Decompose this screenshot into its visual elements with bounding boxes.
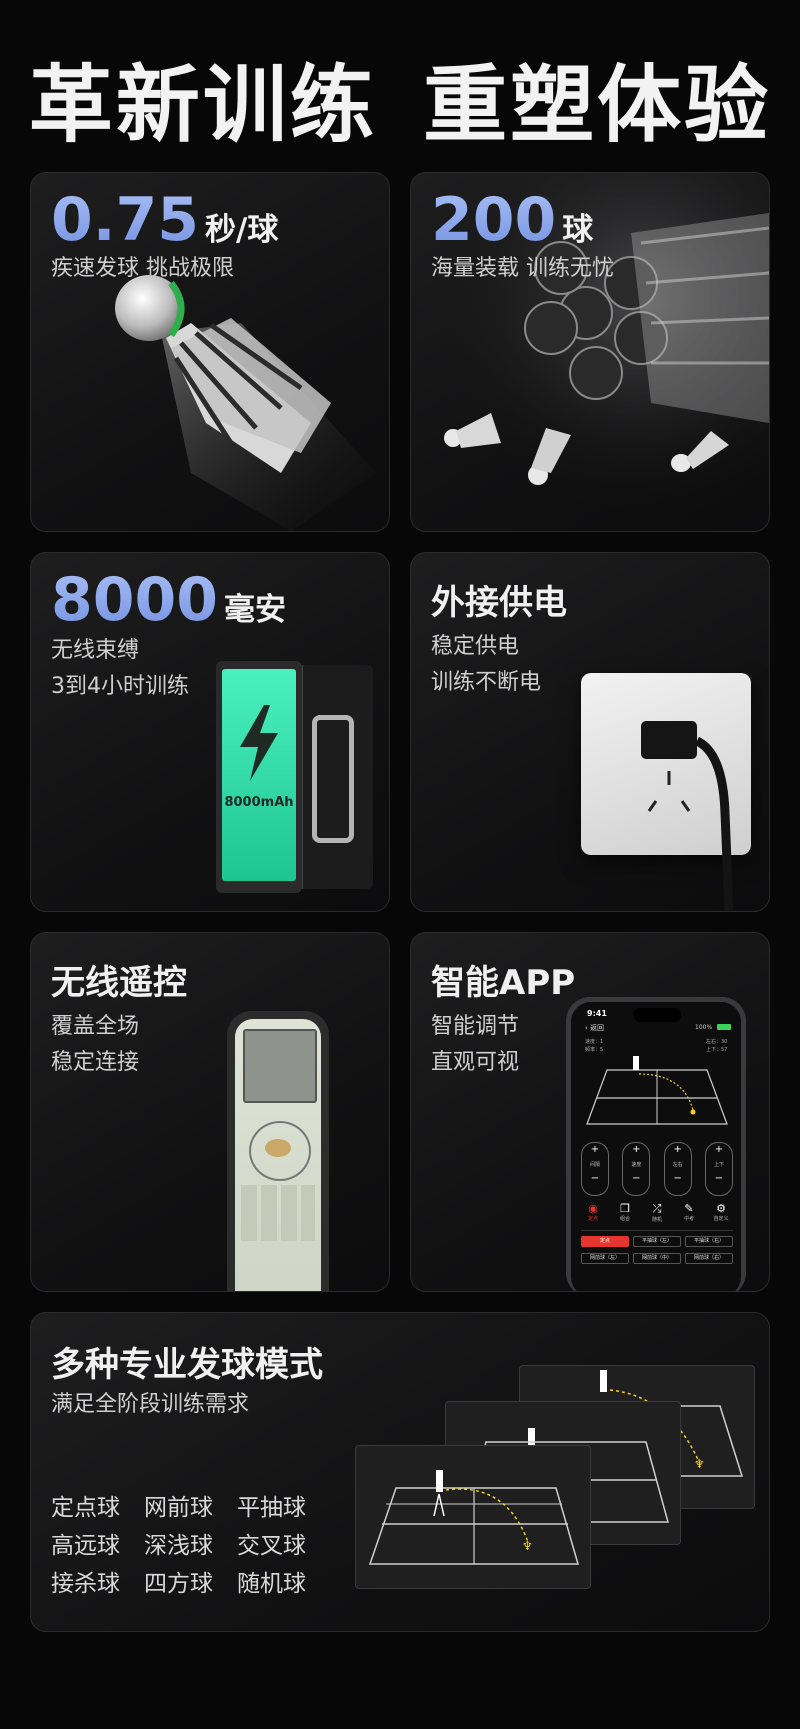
- modes-card: 多种专业发球模式 满足全阶段训练需求 定点球 网前球 平抽球 高远球 深浅球 交…: [30, 1312, 770, 1632]
- tool-random[interactable]: ⤮ 随机: [643, 1202, 671, 1223]
- power-card: 外接供电 稳定供电 训练不断电: [410, 552, 770, 912]
- mode-item: 深浅球: [144, 1533, 213, 1559]
- remote-card: 无线遥控 覆盖全场 稳定连接: [30, 932, 390, 1292]
- capacity-subtitle: 海量装载 训练无忧: [431, 256, 614, 281]
- remote-control-image: [227, 1011, 329, 1291]
- battery-number: 8000: [51, 565, 218, 635]
- chip-net-left[interactable]: 网前球（左）: [581, 1253, 629, 1264]
- capacity-card: 200 球 海量装载 训练无忧: [410, 172, 770, 532]
- remote-subtitle-1: 覆盖全场: [51, 1014, 140, 1039]
- mode-item: 定点球: [51, 1495, 120, 1521]
- mode-item: 随机球: [237, 1571, 306, 1597]
- modes-heading: 多种专业发球模式: [51, 1345, 323, 1385]
- phone-battery: 100%: [695, 1024, 713, 1031]
- app-heading: 智能APP: [431, 963, 576, 1003]
- knob-speed[interactable]: + 速度 −: [622, 1142, 651, 1196]
- knob-up-down[interactable]: + 上下 −: [704, 1142, 733, 1196]
- battery-card: 8000 毫安 无线束缚 3到4小时训练 8000mAh: [30, 552, 390, 912]
- stat-right-1: 左右：30: [706, 1039, 728, 1045]
- remote-subtitle-2: 稳定连接: [51, 1050, 140, 1075]
- chip-drive-left[interactable]: 平抽球（左）: [633, 1236, 681, 1247]
- chip-drive-right[interactable]: 平抽球（右）: [685, 1236, 733, 1247]
- app-card: 智能APP 智能调节 直观可视 9:41 100% ‹ 返回 速度：1 频率：5…: [410, 932, 770, 1292]
- court-card-front: ♆: [355, 1445, 591, 1589]
- chip-net-right[interactable]: 网前球（右）: [685, 1253, 733, 1264]
- remote-heading: 无线遥控: [51, 963, 187, 1003]
- phone-mockup: 9:41 100% ‹ 返回 速度：1 频率：5 左右：30 上下：57 + 间隔…: [566, 997, 746, 1291]
- tool-fixed[interactable]: ◉ 定点: [579, 1202, 607, 1223]
- chip-grid: 定点 平抽球（左） 平抽球（右） 网前球（左） 网前球（中） 网前球（右）: [581, 1236, 735, 1264]
- mode-item: 接杀球: [51, 1571, 120, 1597]
- mode-item: 平抽球: [237, 1495, 306, 1521]
- shuttlecock-image: [115, 275, 376, 531]
- capacity-unit: 球: [562, 212, 594, 248]
- app-subtitle-2: 直观可视: [431, 1050, 520, 1075]
- knob-left-right[interactable]: + 左右 −: [663, 1142, 692, 1196]
- chip-net-center[interactable]: 网前球（中）: [633, 1253, 681, 1264]
- battery-pack-label: 8000mAh: [224, 795, 294, 810]
- knob-row: + 间隔 − + 速度 − + 左右 − + 上下 −: [581, 1142, 733, 1196]
- svg-text:♆: ♆: [522, 1539, 533, 1553]
- mode-toolbar: ◉ 定点 ❐ 组合 ⤮ 随机 ✎ 中考 ⚙ 自定义: [579, 1202, 735, 1223]
- mode-item: 高远球: [51, 1533, 120, 1559]
- tool-combo[interactable]: ❐ 组合: [611, 1202, 639, 1223]
- phone-time: 9:41: [587, 1009, 607, 1018]
- capacity-number: 200: [431, 185, 557, 255]
- battery-stat: 8000 毫安: [51, 565, 286, 635]
- stat-left-1: 速度：1: [585, 1039, 604, 1045]
- tool-exam[interactable]: ✎ 中考: [675, 1202, 703, 1223]
- knob-interval[interactable]: + 间隔 −: [581, 1142, 609, 1196]
- app-subtitle-1: 智能调节: [431, 1014, 520, 1039]
- mode-item: 四方球: [144, 1571, 213, 1597]
- battery-pack-image: 8000mAh: [216, 661, 374, 893]
- battery-subtitle-1: 无线束缚: [51, 638, 140, 663]
- page-title: 革新训练 重塑体验: [28, 56, 772, 154]
- court-diagram-front: ♆: [368, 1470, 579, 1565]
- modes-subtitle: 满足全阶段训练需求: [51, 1392, 250, 1417]
- mode-item: 交叉球: [237, 1533, 306, 1559]
- mode-list: 定点球 网前球 平抽球 高远球 深浅球 交叉球 接杀球 四方球 随机球: [51, 1489, 306, 1603]
- power-plug-image: [641, 721, 734, 911]
- speed-card: 0.75 秒/球 疾速发球 挑战极限: [30, 172, 390, 532]
- stat-right-2: 上下：57: [706, 1047, 728, 1053]
- back-button[interactable]: ‹ 返回: [585, 1023, 604, 1033]
- capacity-stat: 200 球: [431, 185, 593, 255]
- chip-fixed[interactable]: 定点: [581, 1236, 629, 1247]
- battery-unit: 毫安: [224, 592, 286, 628]
- back-label: 返回: [590, 1024, 605, 1032]
- mode-item: 网前球: [144, 1495, 213, 1521]
- battery-subtitle-2: 3到4小时训练: [51, 674, 189, 699]
- tool-custom[interactable]: ⚙ 自定义: [707, 1202, 735, 1223]
- svg-text:♆: ♆: [694, 1457, 705, 1471]
- stat-left-2: 频率：5: [585, 1047, 604, 1053]
- court-diagram: [586, 1056, 728, 1125]
